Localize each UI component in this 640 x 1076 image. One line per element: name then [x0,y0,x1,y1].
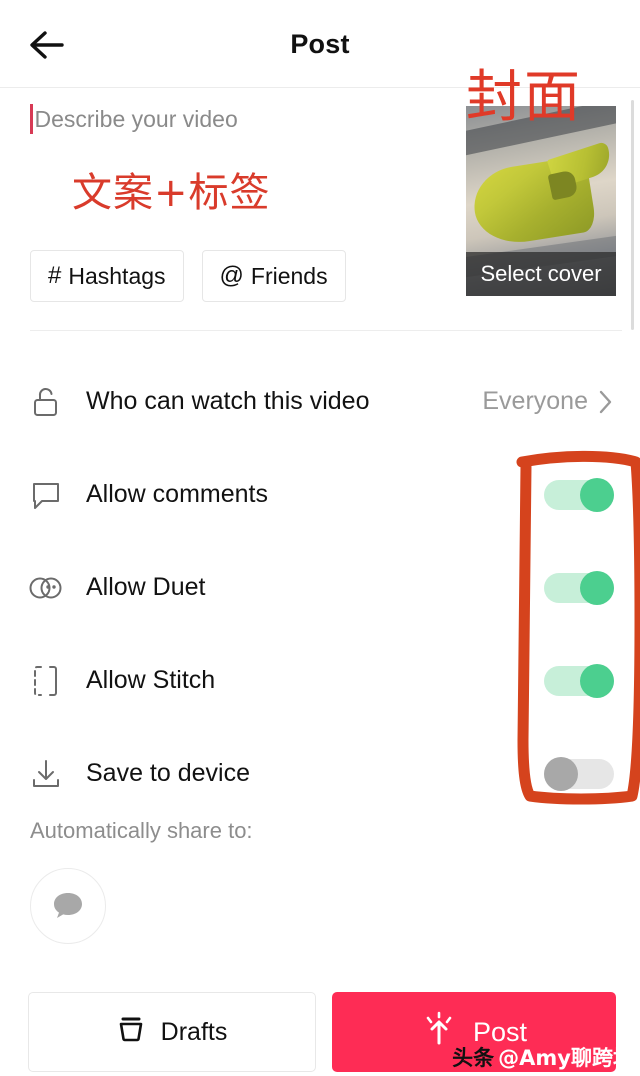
setting-value-privacy: Everyone [482,387,588,415]
setting-label-privacy: Who can watch this video [86,387,370,415]
setting-row-save-to-device[interactable]: Save to device [0,727,640,820]
download-icon [26,754,66,794]
setting-label-save-to-device: Save to device [86,759,250,787]
chat-bubble-icon [54,893,82,918]
toggle-allow-stitch[interactable] [544,663,614,698]
bottom-action-bar: Drafts Post 头条 @Amy聊跨境 [0,992,640,1076]
drafts-button[interactable]: Drafts [28,992,316,1072]
toggle-knob [544,756,578,791]
hash-icon: # [48,262,62,289]
text-cursor [30,104,33,134]
drafts-icon [117,1014,145,1051]
toggle-knob [580,570,614,605]
unlock-icon [26,382,66,422]
cover-thumbnail[interactable]: Select cover [466,106,616,296]
section-divider [30,330,622,331]
duet-icon [26,568,66,608]
chevron-right-icon [598,389,614,415]
chip-row: # Hashtags @ Friends [30,250,346,302]
toggle-allow-comments[interactable] [544,477,614,512]
toggle-save-to-device[interactable] [544,756,614,791]
setting-label-duet: Allow Duet [86,573,206,601]
at-icon: @ [219,262,244,289]
settings-list: Who can watch this video Everyone Allow … [0,355,640,820]
watermark-brand: 头条 [452,1046,495,1070]
share-target-message[interactable] [30,868,106,944]
auto-share-label: Automatically share to: [30,818,253,843]
post-screen: Post Describe your video 文案+标签 # Hashtag… [0,0,640,1076]
setting-label-stitch: Allow Stitch [86,666,216,694]
toggle-knob [580,477,614,512]
stitch-icon [26,661,66,701]
description-placeholder: Describe your video [34,105,238,132]
watermark: 头条 @Amy聊跨境 [452,1042,634,1072]
watermark-handle: @Amy聊跨境 [498,1046,634,1070]
description-input[interactable]: Describe your video [30,98,450,140]
toggle-knob [580,663,614,698]
setting-row-stitch[interactable]: Allow Stitch [0,634,640,727]
back-arrow-icon[interactable] [22,20,74,70]
vertical-scrollbar[interactable] [631,100,634,330]
setting-label-comments: Allow comments [86,480,268,508]
annotation-cover-text: 封面 [466,65,582,130]
select-cover-label[interactable]: Select cover [466,252,616,296]
friends-chip[interactable]: @ Friends [201,250,346,302]
auto-share-targets [30,868,106,944]
friends-chip-label: Friends [250,262,328,289]
hashtags-chip[interactable]: # Hashtags [30,250,184,302]
annotation-caption-text: 文案+标签 [72,170,271,216]
hashtags-chip-label: Hashtags [68,262,166,289]
setting-row-comments[interactable]: Allow comments [0,448,640,541]
drafts-button-label: Drafts [160,1017,228,1046]
toggle-allow-duet[interactable] [544,570,614,605]
comment-bubble-icon [26,475,66,515]
setting-row-duet[interactable]: Allow Duet [0,541,640,634]
setting-row-privacy[interactable]: Who can watch this video Everyone [0,355,640,448]
